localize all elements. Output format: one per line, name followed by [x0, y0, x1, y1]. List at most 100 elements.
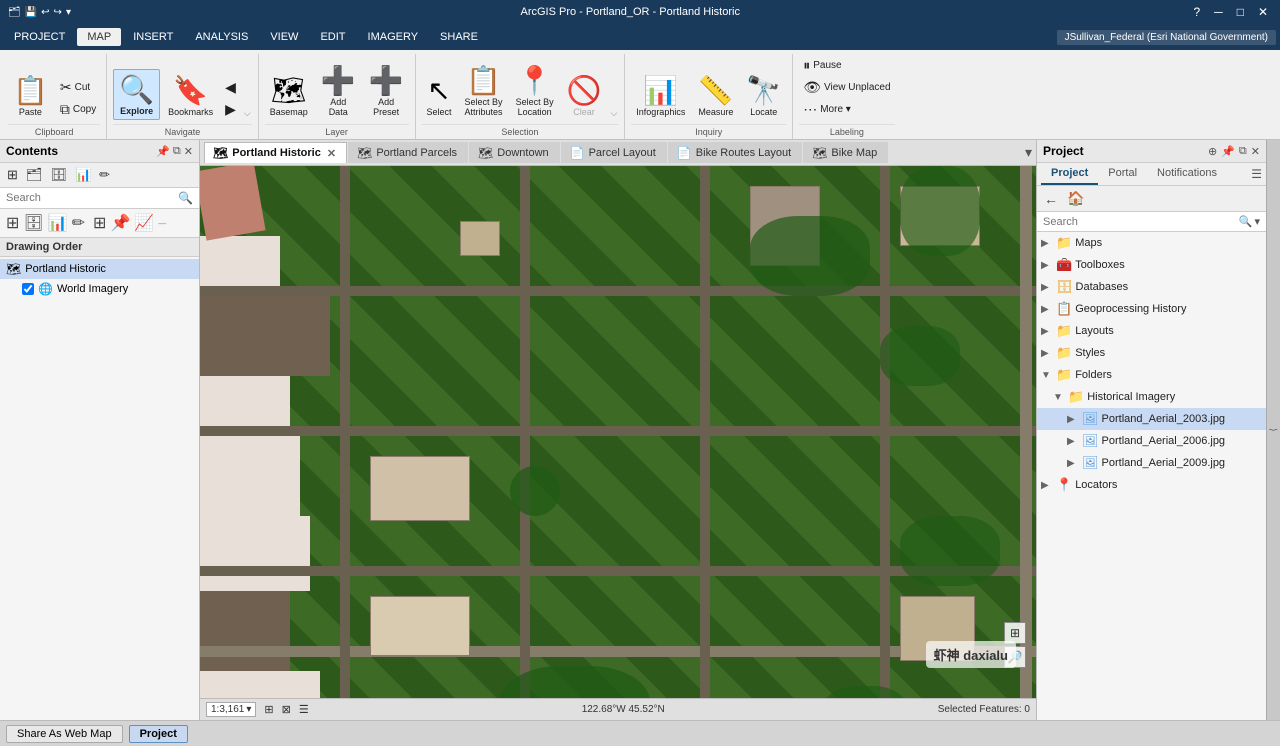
layer-item-world-imagery[interactable]: 🌐 World Imagery: [0, 279, 199, 299]
expand-layouts[interactable]: ▶: [1041, 326, 1053, 337]
tree-item-styles[interactable]: ▶ 📁 Styles: [1037, 342, 1266, 364]
menu-tab-analysis[interactable]: ANALYSIS: [185, 28, 258, 46]
menu-tab-project[interactable]: PROJECT: [4, 28, 75, 46]
navigate-expand[interactable]: ⌵: [243, 107, 252, 120]
infographics-button[interactable]: 📊 Infographics: [631, 71, 690, 120]
project-tabs-menu-button[interactable]: ☰: [1251, 167, 1262, 181]
select-by-location-button[interactable]: 📍 Select ByLocation: [511, 61, 559, 120]
pause-button[interactable]: ⏸ Pause: [799, 55, 894, 76]
tree-item-aerial-2003[interactable]: ▶ 🖼 Portland_Aerial_2003.jpg: [1037, 408, 1266, 430]
paste-button[interactable]: 📋 Paste: [8, 71, 53, 120]
contents-close-button[interactable]: ✕: [184, 145, 193, 158]
tree-item-maps[interactable]: ▶ 📁 Maps: [1037, 232, 1266, 254]
tab-parcel-layout[interactable]: 📄 Parcel Layout: [561, 142, 667, 163]
menu-tab-imagery[interactable]: IMAGERY: [358, 28, 429, 46]
project-panel-pin[interactable]: 📌: [1221, 145, 1235, 158]
scale-selector[interactable]: 1:3,161 ▾: [206, 702, 256, 717]
project-search-dropdown[interactable]: ▾: [1254, 215, 1260, 228]
tab-downtown[interactable]: 🗺 Downtown: [469, 142, 560, 163]
map-canvas[interactable]: ⊞ 🔎 虾神 daxialu: [200, 166, 1036, 698]
tab-portland-parcels[interactable]: 🗺 Portland Parcels: [348, 142, 468, 163]
menu-tab-edit[interactable]: EDIT: [310, 28, 355, 46]
contents-pin-button[interactable]: 📌: [156, 145, 170, 158]
expand-styles[interactable]: ▶: [1041, 348, 1053, 359]
close-button[interactable]: ✕: [1254, 5, 1272, 19]
project-back-button[interactable]: ←: [1041, 190, 1061, 208]
side-expand-tab[interactable]: ⟩: [1266, 140, 1280, 720]
add-preset-button[interactable]: ➕ AddPreset: [364, 61, 409, 120]
tree-item-locators[interactable]: ▶ 📍 Locators: [1037, 474, 1266, 496]
explore-button[interactable]: 🔍 Explore: [113, 69, 160, 120]
tree-item-geoprocessing[interactable]: ▶ 📋 Geoprocessing History: [1037, 298, 1266, 320]
contents-search-input[interactable]: [6, 192, 175, 204]
cut-button[interactable]: ✂ Cut: [56, 77, 100, 98]
bookmarks-button[interactable]: 🔖 Bookmarks: [163, 71, 218, 120]
selection-expand[interactable]: ⌵: [609, 107, 618, 120]
tab-close-1[interactable]: ✕: [327, 147, 336, 160]
menu-tab-map[interactable]: MAP: [77, 28, 121, 46]
project-search-button[interactable]: 🔍: [1239, 215, 1253, 228]
tab-portland-historic[interactable]: 🗺 Portland Historic ✕: [204, 142, 347, 163]
project-panel-float[interactable]: ⧉: [1239, 145, 1247, 158]
maximize-button[interactable]: □: [1233, 5, 1248, 19]
expand-aerial-2006[interactable]: ▶: [1067, 436, 1079, 447]
edit-icon2[interactable]: ✏: [72, 213, 85, 233]
help-button[interactable]: ?: [1189, 5, 1204, 19]
tab-bike-map[interactable]: 🗺 Bike Map: [803, 142, 888, 163]
bar-chart-icon[interactable]: 📈: [134, 213, 154, 233]
expand-toolboxes[interactable]: ▶: [1041, 260, 1053, 271]
proj-tab-portal[interactable]: Portal: [1098, 163, 1147, 185]
measure-button[interactable]: 📏 Measure: [693, 71, 738, 120]
add-data-button[interactable]: ➕ AddData: [316, 61, 361, 120]
grid-icon[interactable]: ⊞: [93, 213, 106, 233]
expand-folders[interactable]: ▼: [1041, 370, 1053, 381]
locate-button[interactable]: 🔭 Locate: [741, 71, 786, 120]
expand-historical[interactable]: ▼: [1053, 392, 1065, 403]
expand-aerial-2003[interactable]: ▶: [1067, 414, 1079, 425]
proj-tab-project[interactable]: Project: [1041, 163, 1098, 185]
copy-button[interactable]: ⧉ Copy: [56, 99, 100, 120]
tree-item-aerial-2006[interactable]: ▶ 🖼 Portland_Aerial_2006.jpg: [1037, 430, 1266, 452]
project-search-input[interactable]: [1043, 216, 1237, 228]
menu-tab-view[interactable]: VIEW: [260, 28, 308, 46]
project-panel-plus[interactable]: ⊕: [1208, 145, 1217, 158]
tree-item-aerial-2009[interactable]: ▶ 🖼 Portland_Aerial_2009.jpg: [1037, 452, 1266, 474]
project-bottom-button[interactable]: Project: [129, 725, 188, 743]
chart-icon[interactable]: 📊: [48, 213, 68, 233]
menu-tab-insert[interactable]: INSERT: [123, 28, 183, 46]
view-unplaced-button[interactable]: 👁 View Unplaced: [799, 77, 894, 98]
add-data-small-button[interactable]: 🗄: [47, 166, 70, 184]
edit-pen-button[interactable]: ✏: [96, 166, 113, 184]
new-group-layer-button[interactable]: 🗂: [23, 166, 46, 184]
expand-locators[interactable]: ▶: [1041, 480, 1053, 491]
expand-databases[interactable]: ▶: [1041, 282, 1053, 293]
symbology-button[interactable]: 📊: [72, 166, 94, 184]
minimize-button[interactable]: ─: [1210, 5, 1227, 19]
expand-aerial-2009[interactable]: ▶: [1067, 458, 1079, 469]
menu-tab-share[interactable]: SHARE: [430, 28, 488, 46]
user-info[interactable]: JSullivan_Federal (Esri National Governm…: [1057, 30, 1276, 45]
share-as-web-map-button[interactable]: Share As Web Map: [6, 725, 123, 743]
select-by-attributes-button[interactable]: 📋 Select ByAttributes: [460, 61, 508, 120]
project-panel-close[interactable]: ✕: [1251, 145, 1260, 158]
filter-button[interactable]: ⊞: [4, 166, 21, 184]
layer-item-portland-historic[interactable]: 🗺 Portland Historic: [0, 259, 199, 279]
forward-button[interactable]: ▶: [221, 99, 240, 120]
drawing-order-icon[interactable]: ⊞: [6, 213, 19, 233]
tree-item-historical-imagery[interactable]: ▼ 📁 Historical Imagery: [1037, 386, 1266, 408]
expand-geoprocessing[interactable]: ▶: [1041, 304, 1053, 315]
contents-search-icon[interactable]: 🔍: [178, 191, 193, 205]
back-button[interactable]: ◀: [221, 77, 240, 98]
proj-tab-notifications[interactable]: Notifications: [1147, 163, 1227, 185]
tree-item-databases[interactable]: ▶ 🗄 Databases: [1037, 276, 1266, 298]
tab-bike-routes-layout[interactable]: 📄 Bike Routes Layout: [668, 142, 802, 163]
project-home-button[interactable]: 🏠: [1064, 189, 1087, 208]
contents-float-button[interactable]: ⧉: [173, 145, 181, 158]
select-button[interactable]: ↖ Select: [422, 71, 457, 120]
layer-checkbox-world-imagery[interactable]: [22, 283, 34, 295]
pin-icon2[interactable]: 📌: [110, 213, 130, 233]
tabs-overflow-button[interactable]: ▾: [1025, 144, 1032, 161]
tree-item-toolboxes[interactable]: ▶ 🧰 Toolboxes: [1037, 254, 1266, 276]
expand-maps[interactable]: ▶: [1041, 238, 1053, 249]
catalog-view-icon[interactable]: 🗄: [23, 213, 43, 233]
